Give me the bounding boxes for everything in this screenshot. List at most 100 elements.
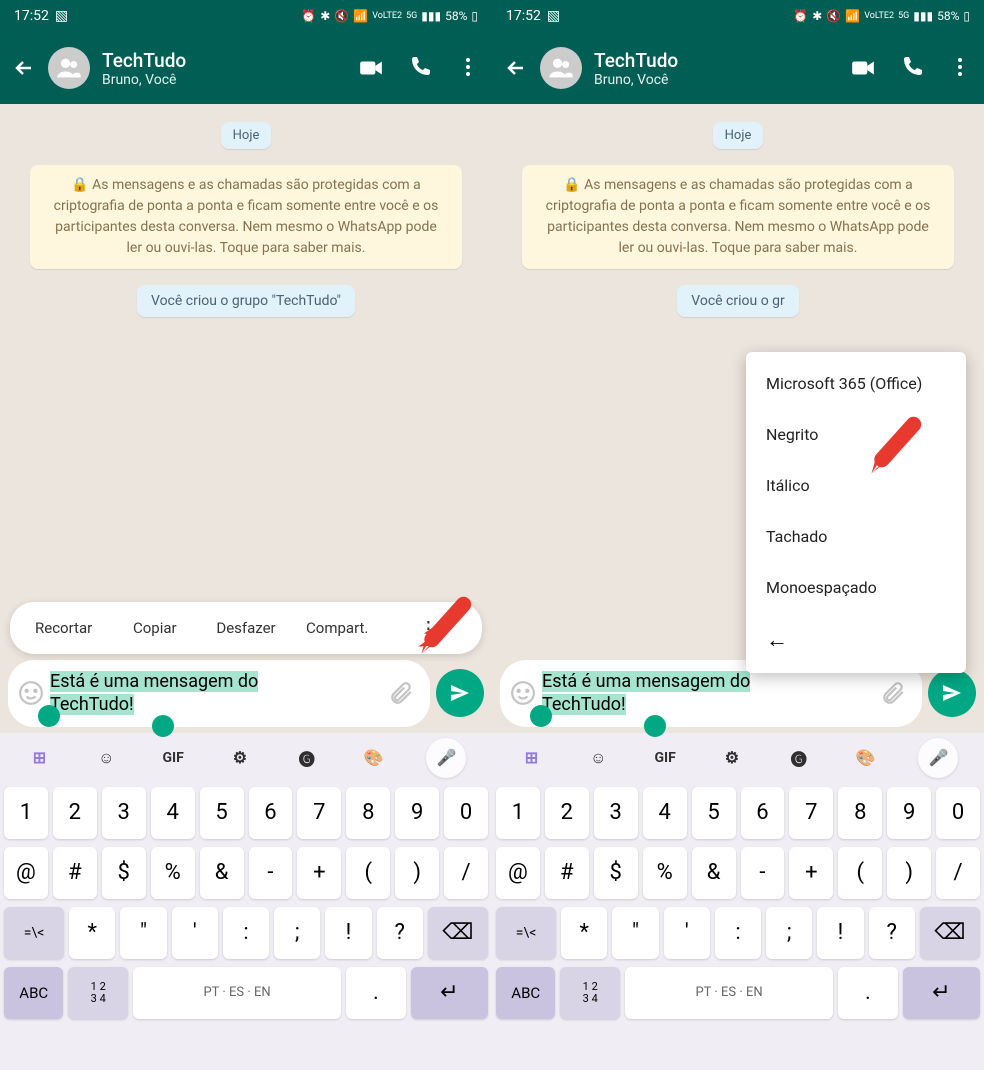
key-hash[interactable]: # [545,847,589,899]
key-dollar[interactable]: $ [102,847,146,899]
key-at[interactable]: @ [4,847,48,899]
key-semicolon[interactable]: ; [766,907,812,959]
kb-translate-icon[interactable]: 🅖 [293,744,321,772]
format-strikethrough[interactable]: Tachado [746,511,966,562]
selection-handle-end[interactable] [644,715,666,737]
key-space[interactable]: PT · ES · EN [625,967,833,1019]
format-monospace[interactable]: Monoespaçado [746,562,966,613]
kb-apps-icon[interactable]: ⊞ [25,744,53,772]
voice-call-icon[interactable] [408,55,432,81]
key-star[interactable]: * [69,907,115,959]
key-shift[interactable]: =\< [4,907,64,959]
kb-gif-icon[interactable]: GIF [159,744,187,772]
key-1[interactable]: 1 [4,787,48,839]
key-8[interactable]: 8 [346,787,390,839]
key-slash[interactable]: / [444,847,488,899]
key-exclaim[interactable]: ! [325,907,371,959]
key-hash[interactable]: # [53,847,97,899]
key-lparen[interactable]: ( [346,847,390,899]
video-call-icon[interactable] [850,55,876,81]
key-star[interactable]: * [561,907,607,959]
chat-header[interactable]: TechTudo Bruno, Você [492,32,984,104]
key-squote[interactable]: ' [172,907,218,959]
emoji-icon[interactable] [18,680,44,706]
key-4[interactable]: 4 [643,787,687,839]
key-nums[interactable]: 1 23 4 [560,967,619,1019]
key-slash[interactable]: / [936,847,980,899]
kb-apps-icon[interactable]: ⊞ [517,744,545,772]
key-dollar[interactable]: $ [594,847,638,899]
message-input[interactable]: Está é uma mensagem do TechTudo! [44,666,382,721]
message-input[interactable]: Está é uma mensagem do TechTudo! [536,666,874,721]
kb-sticker-icon[interactable]: ☺ [92,744,120,772]
send-button[interactable] [928,669,976,717]
selection-handle-start[interactable] [530,705,552,727]
key-semicolon[interactable]: ; [274,907,320,959]
key-3[interactable]: 3 [594,787,638,839]
key-colon[interactable]: : [715,907,761,959]
back-icon[interactable] [504,56,528,80]
key-percent[interactable]: % [643,847,687,899]
voice-call-icon[interactable] [900,55,924,81]
key-2[interactable]: 2 [53,787,97,839]
key-lparen[interactable]: ( [838,847,882,899]
key-3[interactable]: 3 [102,787,146,839]
kb-settings-icon[interactable]: ⚙ [718,744,746,772]
key-7[interactable]: 7 [297,787,341,839]
key-amp[interactable]: & [692,847,736,899]
key-1[interactable]: 1 [496,787,540,839]
group-avatar[interactable] [48,47,90,89]
format-office[interactable]: Microsoft 365 (Office) [746,358,966,409]
key-dquote[interactable]: " [612,907,658,959]
key-plus[interactable]: + [789,847,833,899]
back-icon[interactable] [12,56,36,80]
video-call-icon[interactable] [358,55,384,81]
key-0[interactable]: 0 [444,787,488,839]
key-amp[interactable]: & [200,847,244,899]
kb-gif-icon[interactable]: GIF [651,744,679,772]
key-abc[interactable]: ABC [496,967,555,1019]
key-percent[interactable]: % [151,847,195,899]
group-avatar[interactable] [540,47,582,89]
key-7[interactable]: 7 [789,787,833,839]
key-plus[interactable]: + [297,847,341,899]
attach-icon[interactable] [880,680,906,706]
key-space[interactable]: PT · ES · EN [133,967,341,1019]
key-5[interactable]: 5 [200,787,244,839]
kb-palette-icon[interactable]: 🎨 [360,744,388,772]
kb-translate-icon[interactable]: 🅖 [785,744,813,772]
encryption-notice[interactable]: 🔒 As mensagens e as chamadas são protegi… [522,165,954,269]
key-8[interactable]: 8 [838,787,882,839]
key-colon[interactable]: : [223,907,269,959]
send-button[interactable] [436,669,484,717]
key-rparen[interactable]: ) [887,847,931,899]
key-2[interactable]: 2 [545,787,589,839]
key-9[interactable]: 9 [395,787,439,839]
key-squote[interactable]: ' [664,907,710,959]
key-period[interactable]: . [346,967,405,1019]
key-dquote[interactable]: " [120,907,166,959]
kb-mic-icon[interactable]: 🎤 [426,738,466,778]
key-rparen[interactable]: ) [395,847,439,899]
key-minus[interactable]: - [741,847,785,899]
key-9[interactable]: 9 [887,787,931,839]
context-share[interactable]: Compart. [302,619,373,637]
context-copy[interactable]: Copiar [119,619,190,637]
key-4[interactable]: 4 [151,787,195,839]
key-0[interactable]: 0 [936,787,980,839]
key-exclaim[interactable]: ! [817,907,863,959]
key-shift[interactable]: =\< [496,907,556,959]
key-question[interactable]: ? [377,907,423,959]
key-enter[interactable]: ↵ [903,967,980,1019]
kb-mic-icon[interactable]: 🎤 [918,738,958,778]
key-nums[interactable]: 1 23 4 [68,967,127,1019]
key-backspace[interactable]: ⌫ [920,907,980,959]
key-abc[interactable]: ABC [4,967,63,1019]
key-6[interactable]: 6 [741,787,785,839]
kb-sticker-icon[interactable]: ☺ [584,744,612,772]
emoji-icon[interactable] [510,680,536,706]
key-minus[interactable]: - [249,847,293,899]
format-back-icon[interactable]: ← [746,613,966,667]
key-5[interactable]: 5 [692,787,736,839]
key-enter[interactable]: ↵ [411,967,488,1019]
